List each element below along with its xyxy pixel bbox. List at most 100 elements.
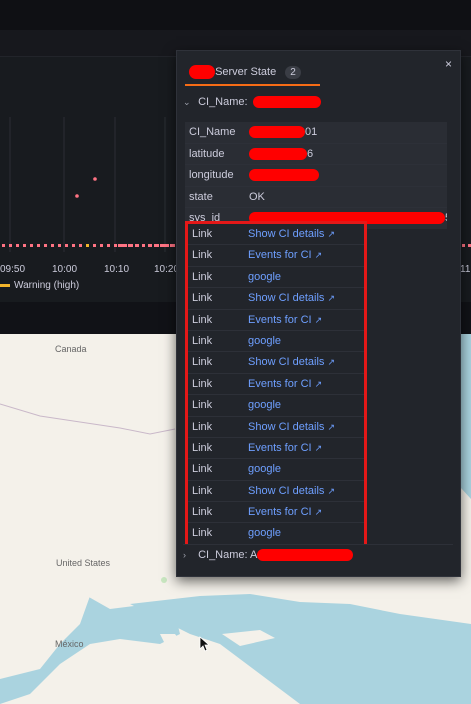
field-key: CI_Name [189, 126, 236, 138]
external-link-icon: ↗ [327, 229, 335, 239]
series-dash [462, 244, 465, 247]
field-key: Link [192, 313, 213, 326]
map-marker[interactable] [161, 577, 167, 583]
series-dash [130, 244, 133, 247]
link-row: Link Events for CI ↗ [188, 308, 364, 330]
group-label: CI_Name: [198, 96, 248, 108]
data-link[interactable]: Events for CI [248, 378, 312, 390]
count-badge: 2 [285, 65, 301, 79]
series-dash [154, 244, 157, 247]
data-link[interactable]: Events for CI [248, 314, 312, 326]
series-dash [124, 244, 127, 247]
close-icon[interactable]: × [445, 57, 452, 71]
series-dash [30, 244, 33, 247]
redaction-mark [189, 65, 215, 79]
data-point[interactable] [93, 177, 97, 181]
field-key: Link [192, 527, 213, 540]
redaction-mark [252, 96, 321, 109]
data-link[interactable]: google [248, 271, 281, 283]
external-link-icon: ↗ [327, 421, 335, 432]
link-row: Link Show CI details ↗ [188, 415, 364, 437]
data-link[interactable]: Show CI details [248, 421, 324, 433]
map-label-canada: Canada [55, 344, 87, 354]
table-row: longitude [185, 164, 447, 186]
field-value: Show CI details ↗ [248, 224, 364, 244]
link-row: Link google [188, 522, 364, 543]
field-key: longitude [189, 169, 234, 181]
series-dash [79, 244, 82, 247]
chevron-right-icon: › [183, 550, 186, 560]
redaction-mark [256, 549, 353, 562]
dashboard-top-bar [0, 0, 471, 31]
x-tick-label: 10:10 [104, 264, 129, 275]
external-link-icon: ↗ [327, 485, 335, 496]
series-dash [118, 244, 121, 247]
group-header-bottom[interactable]: › CI_Name: A [183, 544, 453, 565]
field-key: Link [192, 249, 213, 262]
field-key: Link [192, 270, 213, 283]
map-label-united-states: United States [56, 558, 111, 568]
external-link-icon: ↗ [314, 507, 323, 518]
field-value: Show CI details ↗ [248, 417, 364, 437]
series-dash [58, 244, 61, 247]
field-key: state [189, 190, 213, 203]
link-row: Link google [188, 265, 364, 287]
redaction-mark [249, 169, 319, 182]
data-link[interactable]: google [248, 399, 281, 411]
field-value: 6 [249, 144, 447, 165]
external-link-icon: ↗ [314, 314, 323, 325]
series-dash [93, 244, 96, 247]
series-dash [51, 244, 54, 247]
x-tick-label: 11: [460, 264, 471, 275]
field-key: Link [192, 356, 213, 369]
field-value: google [248, 459, 364, 479]
field-value: Events for CI ↗ [248, 374, 364, 394]
field-key: Link [192, 228, 213, 240]
field-key: Link [192, 399, 213, 412]
table-row: latitude 6 [185, 142, 447, 165]
popup-title-text: Server State [215, 65, 277, 78]
data-link[interactable]: Show CI details [248, 356, 324, 368]
data-point[interactable] [75, 194, 79, 198]
data-link[interactable]: google [248, 463, 281, 475]
field-key: Link [192, 463, 213, 476]
table-row: state OK [185, 185, 447, 208]
legend-item-warning[interactable]: Warning (high) [0, 280, 79, 291]
data-link[interactable]: google [248, 335, 281, 347]
link-row: Link Events for CI ↗ [188, 501, 364, 522]
data-link[interactable]: Show CI details [248, 292, 324, 304]
field-key: Link [192, 441, 213, 454]
series-dash [86, 244, 89, 247]
redaction-mark [249, 147, 307, 160]
series-dash [65, 244, 68, 247]
field-value: 01 [249, 122, 447, 143]
field-key: Link [192, 420, 213, 433]
series-dash [148, 244, 151, 247]
field-value: Events for CI ↗ [248, 310, 364, 330]
data-link[interactable]: google [248, 527, 281, 539]
field-key: Link [192, 377, 213, 390]
data-links-popup: × Server State 2 ⌄ CI_Name: CI_Name 01 l… [176, 50, 461, 577]
legend-label: Warning (high) [14, 280, 80, 291]
group-label: CI_Name: [198, 549, 248, 561]
link-row: Link Show CI details ↗ [188, 287, 364, 308]
field-value: Events for CI ↗ [248, 438, 364, 458]
series-dash [172, 244, 175, 247]
field-key: latitude [189, 147, 225, 160]
series-dash [72, 244, 75, 247]
link-row: Link google [188, 394, 364, 415]
data-link[interactable]: Events for CI [248, 249, 312, 261]
data-link[interactable]: Events for CI [248, 442, 312, 454]
series-dash [160, 244, 163, 247]
data-link[interactable]: Events for CI [248, 506, 312, 518]
data-link[interactable]: Show CI details [248, 485, 324, 497]
external-link-icon: ↗ [327, 293, 335, 304]
series-dash [166, 244, 169, 247]
x-tick-label: 10:00 [52, 264, 77, 275]
external-link-icon: ↗ [314, 250, 323, 261]
group-value: A [250, 549, 257, 561]
data-link[interactable]: Show CI details [248, 228, 324, 240]
field-value-text: 6 [307, 147, 314, 160]
external-link-icon: ↗ [327, 357, 335, 368]
group-header-top[interactable]: ⌄ CI_Name: [183, 92, 453, 112]
